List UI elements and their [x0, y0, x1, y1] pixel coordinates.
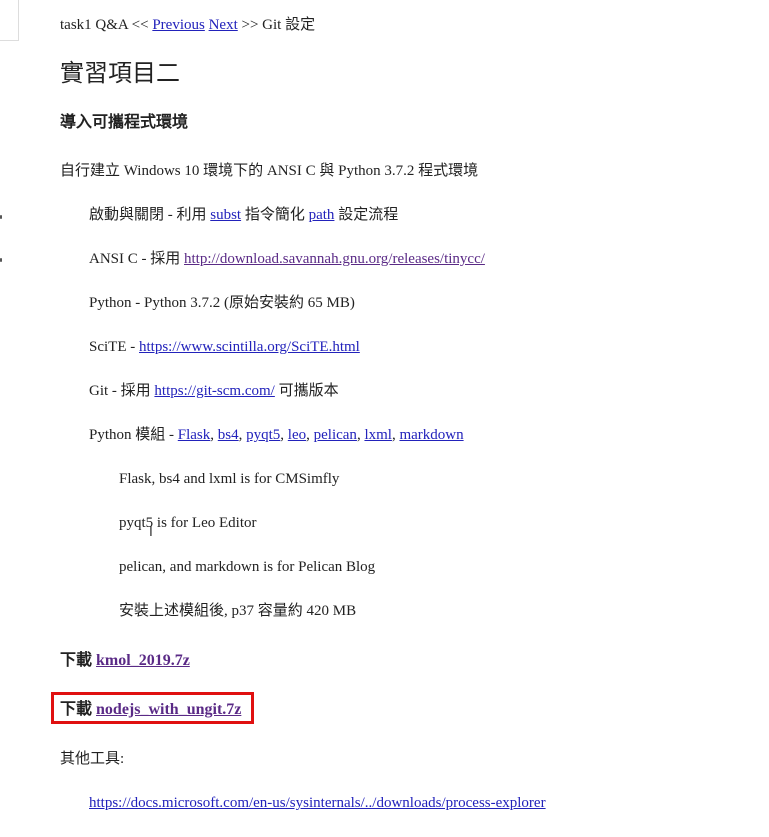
other-tools-label: 其他工具:: [60, 751, 125, 767]
comma: ,: [391, 427, 396, 443]
nav-suffix: >> Git 設定: [241, 17, 316, 33]
note-pelican: pelican, and markdown is for Pelican Blo…: [119, 559, 376, 575]
breadcrumb-nav: task1 Q&A << Previous Next >> Git 設定: [60, 15, 315, 35]
process-explorer-link[interactable]: https://docs.microsoft.com/en-us/sysinte…: [89, 795, 546, 811]
left-panel-edge: [0, 0, 19, 41]
comma: ,: [210, 427, 215, 443]
path-link[interactable]: path: [309, 207, 335, 223]
nav-prefix: task1 Q&A <<: [60, 17, 149, 33]
text-cursor-icon: I: [149, 525, 153, 540]
startup-text: 啟動與關閉 - 利用: [89, 207, 207, 223]
subst-link[interactable]: subst: [210, 207, 241, 223]
scite-text: SciTE -: [89, 339, 136, 355]
startup-middle-text: 指令簡化: [244, 207, 305, 223]
comma: ,: [280, 427, 285, 443]
download-label: 下載: [60, 652, 93, 669]
git-item: Git - 採用 https://git-scm.com/ 可攜版本: [89, 381, 339, 401]
git-text: Git - 採用: [89, 383, 151, 399]
intro-text: 自行建立 Windows 10 環境下的 ANSI C 與 Python 3.7…: [60, 163, 479, 179]
module-link-flask[interactable]: Flask: [178, 427, 211, 443]
note-pyqt: pyqt5 is for Leo Editor: [119, 515, 257, 531]
comma: ,: [238, 427, 243, 443]
note-flask: Flask, bs4 and lxml is for CMSimfly: [119, 471, 340, 487]
note-size: 安裝上述模組後, p37 容量約 420 MB: [119, 603, 357, 619]
python-item: Python - Python 3.7.2 (原始安裝約 65 MB): [89, 295, 355, 311]
ansic-text: ANSI C - 採用: [89, 251, 181, 267]
module-link-lxml[interactable]: lxml: [364, 427, 392, 443]
startup-item: 啟動與關閉 - 利用 subst 指令簡化 path 設定流程: [89, 205, 398, 225]
ansic-item: ANSI C - 採用 http://download.savannah.gnu…: [89, 249, 485, 269]
modules-text: Python 模組 -: [89, 427, 175, 443]
previous-link[interactable]: Previous: [152, 17, 205, 33]
module-link-markdown[interactable]: markdown: [399, 427, 463, 443]
tinycc-link[interactable]: http://download.savannah.gnu.org/release…: [184, 251, 485, 267]
comma: ,: [306, 427, 310, 443]
download-kmol: 下載 kmol_2019.7z: [60, 651, 190, 671]
module-link-pelican[interactable]: pelican: [314, 427, 357, 443]
git-after-text: 可攜版本: [278, 383, 339, 399]
module-link-leo[interactable]: leo: [288, 427, 306, 443]
left-edge-marker: [0, 258, 2, 262]
section-heading: 導入可攜程式環境: [60, 114, 189, 131]
next-link[interactable]: Next: [209, 17, 238, 33]
modules-item: Python 模組 - Flask, bs4, pyqt5, leo, peli…: [89, 425, 464, 445]
kmol-download-link[interactable]: kmol_2019.7z: [96, 652, 190, 669]
left-edge-marker: [0, 215, 2, 219]
page-title: 實習項目二: [60, 61, 180, 87]
comma: ,: [356, 427, 361, 443]
highlight-box: [51, 692, 254, 724]
module-link-bs4[interactable]: bs4: [218, 427, 239, 443]
git-scm-link[interactable]: https://git-scm.com/: [154, 383, 274, 399]
scite-link[interactable]: https://www.scintilla.org/SciTE.html: [139, 339, 360, 355]
process-explorer-item: https://docs.microsoft.com/en-us/sysinte…: [89, 793, 546, 813]
module-link-pyqt5[interactable]: pyqt5: [246, 427, 280, 443]
startup-after-text: 設定流程: [338, 207, 399, 223]
scite-item: SciTE - https://www.scintilla.org/SciTE.…: [89, 337, 360, 357]
